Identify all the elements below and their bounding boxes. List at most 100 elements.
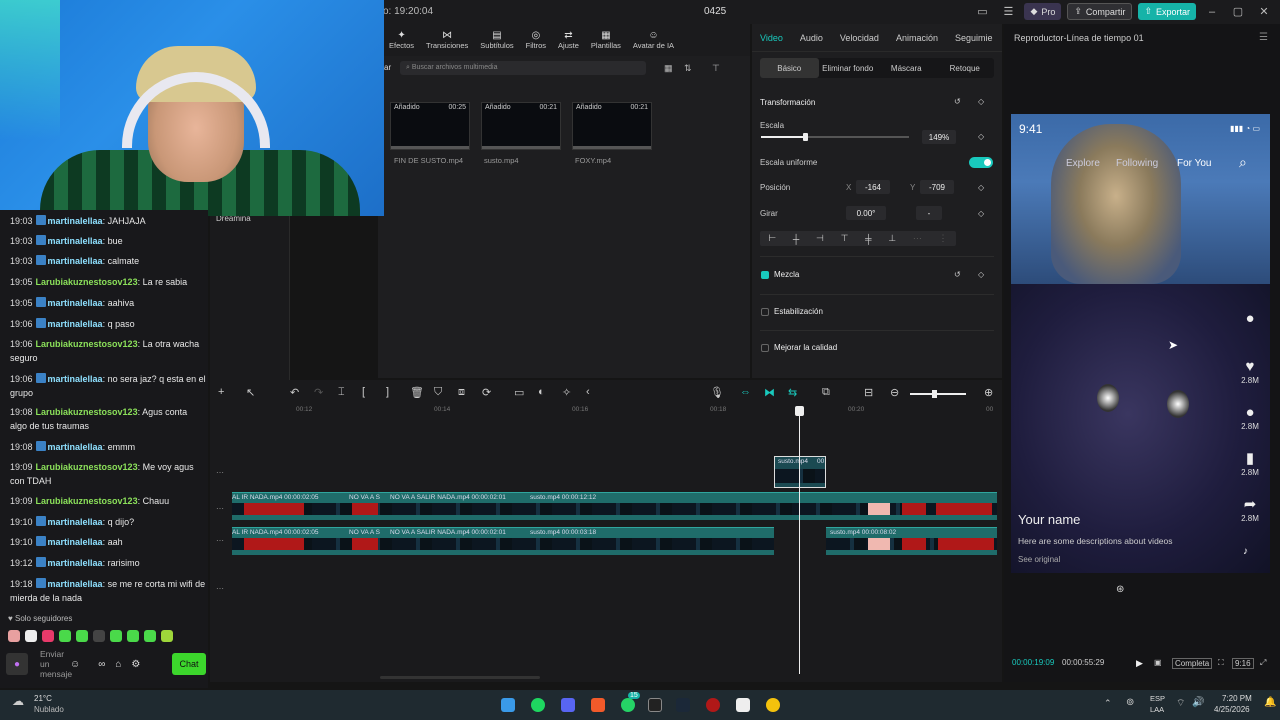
track-handle-icon[interactable]: ⋯ xyxy=(216,468,224,477)
capcut-editor-icon[interactable] xyxy=(736,698,750,712)
auto-reframe-icon[interactable]: ⟳ xyxy=(482,386,491,399)
keyframe-icon[interactable]: ◇ xyxy=(978,183,984,192)
main-track-2-tail[interactable]: susto.mp4 00:00:08:02 xyxy=(826,527,997,555)
track-handle-icon[interactable]: ⋯ xyxy=(216,584,224,593)
scale-value[interactable]: 149% xyxy=(922,130,956,144)
chat-username[interactable]: martinalellaa xyxy=(48,374,103,384)
minimize-icon[interactable]: – xyxy=(1202,6,1222,18)
tab-subtitles[interactable]: ▤ Subtítulos xyxy=(477,24,516,56)
ai-icon[interactable]: ✧ xyxy=(562,386,571,399)
bits-icon[interactable]: ∞ xyxy=(98,659,105,670)
trim-left-icon[interactable]: [ xyxy=(362,386,365,398)
zoom-out-icon[interactable]: ⊖ xyxy=(890,386,899,399)
zoom-in-icon[interactable]: ⊕ xyxy=(984,386,993,399)
emote-icon[interactable] xyxy=(42,630,54,642)
pos-y-field[interactable]: -709 xyxy=(920,180,954,194)
emote-icon[interactable] xyxy=(59,630,71,642)
emoji-icon[interactable]: ☺ xyxy=(70,659,80,670)
preview-icon[interactable]: ▣ xyxy=(1154,658,1162,667)
chat-username[interactable]: Larubiakuznestosov123 xyxy=(36,462,138,472)
split-view-icon[interactable]: ⧉ xyxy=(822,386,830,399)
chat-input[interactable]: Enviar un mensaje xyxy=(40,649,72,679)
overlay-clip[interactable]: susto.mp4 00 xyxy=(774,456,826,488)
tab-transitions[interactable]: ⋈ Transiciones xyxy=(423,24,471,56)
capcut-icon[interactable] xyxy=(648,698,662,712)
mirror-icon[interactable]: ◐ xyxy=(538,386,545,398)
keyframe-icon[interactable]: ◇ xyxy=(978,97,984,106)
discord-icon[interactable] xyxy=(561,698,575,712)
tab-tracking[interactable]: Seguimie xyxy=(955,33,1002,43)
link-icon[interactable]: ⇔ xyxy=(740,386,751,398)
rotate-field[interactable]: 0.00° xyxy=(846,206,886,220)
wifi-icon[interactable]: ⌔ xyxy=(1176,697,1185,710)
transform-heading[interactable]: Transformación xyxy=(760,98,815,107)
tab-filters[interactable]: ◎ Filtros xyxy=(523,24,549,56)
chat-username[interactable]: martinalellaa xyxy=(48,256,103,266)
menu-icon[interactable]: ☰ xyxy=(1259,32,1268,43)
tab-adjust[interactable]: ⇄ Ajuste xyxy=(555,24,582,56)
fullscreen-icon[interactable]: ⛶ xyxy=(1218,658,1224,668)
caption-icon[interactable]: ⊟ xyxy=(864,386,873,399)
chrome-icon[interactable] xyxy=(766,698,780,712)
track-handle-icon[interactable]: ⋯ xyxy=(216,504,224,513)
add-icon[interactable]: + xyxy=(218,386,224,398)
chat-username[interactable]: martinalellaa xyxy=(48,298,103,308)
emote-icon[interactable] xyxy=(25,630,37,642)
tab-effects[interactable]: ✦ Efectos xyxy=(386,24,417,56)
delete-icon[interactable]: 🗑 xyxy=(410,386,424,399)
media-clip[interactable]: Añadido 00:21 xyxy=(481,102,561,150)
tab-templates[interactable]: ▦ Plantillas xyxy=(588,24,624,56)
video-preview[interactable]: 9:41 ▮▮▮ ◔ ▭ Explore Following For You ⌕… xyxy=(1011,114,1270,573)
chat-username[interactable]: martinalellaa xyxy=(48,216,103,226)
undo-icon[interactable]: ↶ xyxy=(290,386,299,399)
maximize-icon[interactable]: ▢ xyxy=(1228,5,1248,18)
align-left-icon[interactable]: ⊢ xyxy=(768,233,776,244)
speaker-icon[interactable]: 🔊 xyxy=(1192,697,1204,708)
chat-username[interactable]: Larubiakuznestosov123 xyxy=(36,496,138,506)
tab-speed[interactable]: Velocidad xyxy=(840,33,888,43)
spotify-icon[interactable] xyxy=(531,698,545,712)
chat-send-button[interactable]: Chat xyxy=(172,653,206,675)
grid-view-icon[interactable]: ▦ xyxy=(664,63,673,74)
scale-slider-knob[interactable] xyxy=(803,133,808,141)
app-icon[interactable] xyxy=(706,698,720,712)
stabilize-checkbox[interactable] xyxy=(761,308,769,316)
clock-time[interactable]: 7:20 PM xyxy=(1222,694,1252,703)
reset-icon[interactable]: ↺ xyxy=(954,97,961,106)
snap-icon[interactable]: ⧓ xyxy=(764,386,775,399)
timeline-scrollbar[interactable] xyxy=(380,676,540,679)
tab-ai-avatar[interactable]: ☺ Avatar de IA xyxy=(630,24,677,56)
reset-icon[interactable]: ↺ xyxy=(954,270,961,279)
quality-checkbox[interactable] xyxy=(761,344,769,352)
close-icon[interactable]: ✕ xyxy=(1254,5,1274,18)
align-top-icon[interactable]: ⊤ xyxy=(841,233,849,244)
filter-icon[interactable]: ⊤ xyxy=(712,63,720,74)
chat-username[interactable]: martinalellaa xyxy=(48,537,103,547)
tab-audio[interactable]: Audio xyxy=(800,33,832,43)
expand-icon[interactable]: ⤢ xyxy=(1260,658,1266,668)
chat-username[interactable]: Larubiakuznestosov123 xyxy=(36,277,138,287)
preview-axis-icon[interactable]: ⇆ xyxy=(788,386,797,399)
rotate-handle-icon[interactable]: ⊛ xyxy=(1116,584,1124,595)
emote-icon[interactable] xyxy=(110,630,122,642)
align-bottom-icon[interactable]: ⊥ xyxy=(888,233,896,244)
rotate-knob[interactable]: - xyxy=(916,206,942,220)
frame-icon[interactable]: ▭ xyxy=(514,386,524,399)
media-clip[interactable]: Añadido 00:21 xyxy=(572,102,652,150)
brave-icon[interactable] xyxy=(591,698,605,712)
scale-slider[interactable] xyxy=(761,133,909,141)
media-clip[interactable]: Añadido 00:25 xyxy=(390,102,470,150)
trim-right-icon[interactable]: ] xyxy=(386,386,389,398)
pos-x-field[interactable]: -164 xyxy=(856,180,890,194)
search-input[interactable]: ⌕ Buscar archivos multimedia xyxy=(400,61,646,75)
align-center-icon[interactable]: ┼ xyxy=(793,234,799,244)
time-ruler[interactable]: 00:12 00:14 00:16 00:18 00:20 00 xyxy=(230,406,1000,418)
chat-username[interactable]: martinalellaa xyxy=(48,442,103,452)
sort-icon[interactable]: ⇅ xyxy=(684,63,692,74)
lang-primary[interactable]: ESP xyxy=(1150,694,1165,703)
playhead[interactable] xyxy=(795,406,804,674)
align-middle-icon[interactable]: ╪ xyxy=(865,234,871,244)
notifications-icon[interactable]: 🔔 xyxy=(1264,697,1276,708)
subtab-basic[interactable]: Básico xyxy=(760,58,819,78)
pro-button[interactable]: ◆ Pro xyxy=(1024,3,1062,20)
